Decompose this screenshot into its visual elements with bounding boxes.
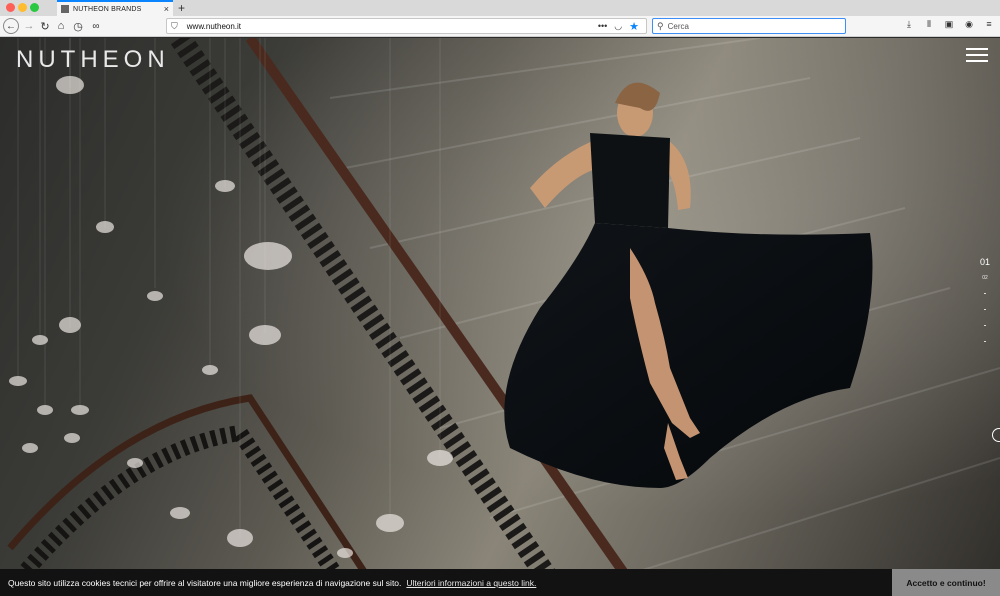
browser-tab[interactable]: NUTHEON BRANDS × <box>57 0 173 16</box>
woman-figure <box>504 82 873 488</box>
slide-indicator-current[interactable]: 01 <box>980 257 990 267</box>
extension-icon[interactable]: ∞ <box>89 18 103 34</box>
hero-image <box>7 38 1000 596</box>
page-actions-icon[interactable]: ••• <box>598 21 607 31</box>
tab-title: NUTHEON BRANDS <box>73 5 142 13</box>
cookie-banner: Questo sito utilizza cookies tecnici per… <box>0 569 1000 596</box>
history-icon[interactable]: ◷ <box>71 18 85 34</box>
url-text[interactable]: www.nutheon.it <box>187 22 598 31</box>
slide-pagination: 01 02 <box>980 257 990 357</box>
cookie-message: Questo sito utilizza cookies tecnici per… <box>8 577 402 588</box>
slide-dot[interactable] <box>983 293 986 294</box>
slide-dot[interactable] <box>983 325 986 326</box>
cookie-info-link[interactable]: Ulteriori informazioni a questo link. <box>406 578 536 588</box>
back-arrow-icon[interactable]: ← <box>3 18 19 34</box>
account-icon[interactable]: ◉ <box>964 19 974 30</box>
browser-navbar: ← → ↻ ⌂ ◷ ∞ ⛉ www.nutheon.it ••• ◡ ★ ⚲ ⤓… <box>0 16 1000 37</box>
slide-indicator-next[interactable]: 02 <box>982 275 988 281</box>
favicon-icon <box>61 5 69 13</box>
shield-icon[interactable]: ⛉ <box>171 21 178 32</box>
slide-dot[interactable] <box>983 341 986 342</box>
search-bar[interactable]: ⚲ <box>652 18 846 34</box>
brand-logo[interactable]: NUTHEON <box>16 46 170 74</box>
bookmark-star-icon[interactable]: ★ <box>629 20 639 33</box>
scroll-circle-icon[interactable] <box>992 428 1000 442</box>
home-icon[interactable]: ⌂ <box>54 18 68 34</box>
cookie-accept-button[interactable]: Accetto e continuo! <box>892 569 1000 596</box>
new-tab-button[interactable]: + <box>178 1 185 15</box>
library-icon[interactable]: ⫴ <box>924 19 934 30</box>
window-titlebar: NUTHEON BRANDS × + <box>0 0 1000 16</box>
window-maximize-button[interactable] <box>30 3 39 12</box>
hamburger-menu-icon[interactable] <box>966 48 988 62</box>
download-icon[interactable]: ⤓ <box>904 19 914 30</box>
app-menu-icon[interactable]: ≡ <box>984 19 994 30</box>
pocket-icon[interactable]: ◡ <box>614 21 622 32</box>
forward-arrow-icon[interactable]: → <box>22 18 36 34</box>
hero-page: NUTHEON 01 02 Questo sito utilizza cooki… <box>0 38 1000 596</box>
reload-icon[interactable]: ↻ <box>38 18 52 34</box>
url-bar[interactable]: ⛉ www.nutheon.it ••• ◡ ★ <box>166 18 647 34</box>
tab-close-icon[interactable]: × <box>164 4 169 14</box>
sidebar-icon[interactable]: ▣ <box>944 19 954 30</box>
toolbar-icons: ⤓ ⫴ ▣ ◉ ≡ <box>904 19 994 30</box>
window-close-button[interactable] <box>6 3 15 12</box>
search-input[interactable] <box>667 21 845 31</box>
search-icon: ⚲ <box>657 20 664 31</box>
slide-dot[interactable] <box>983 309 986 310</box>
window-minimize-button[interactable] <box>18 3 27 12</box>
